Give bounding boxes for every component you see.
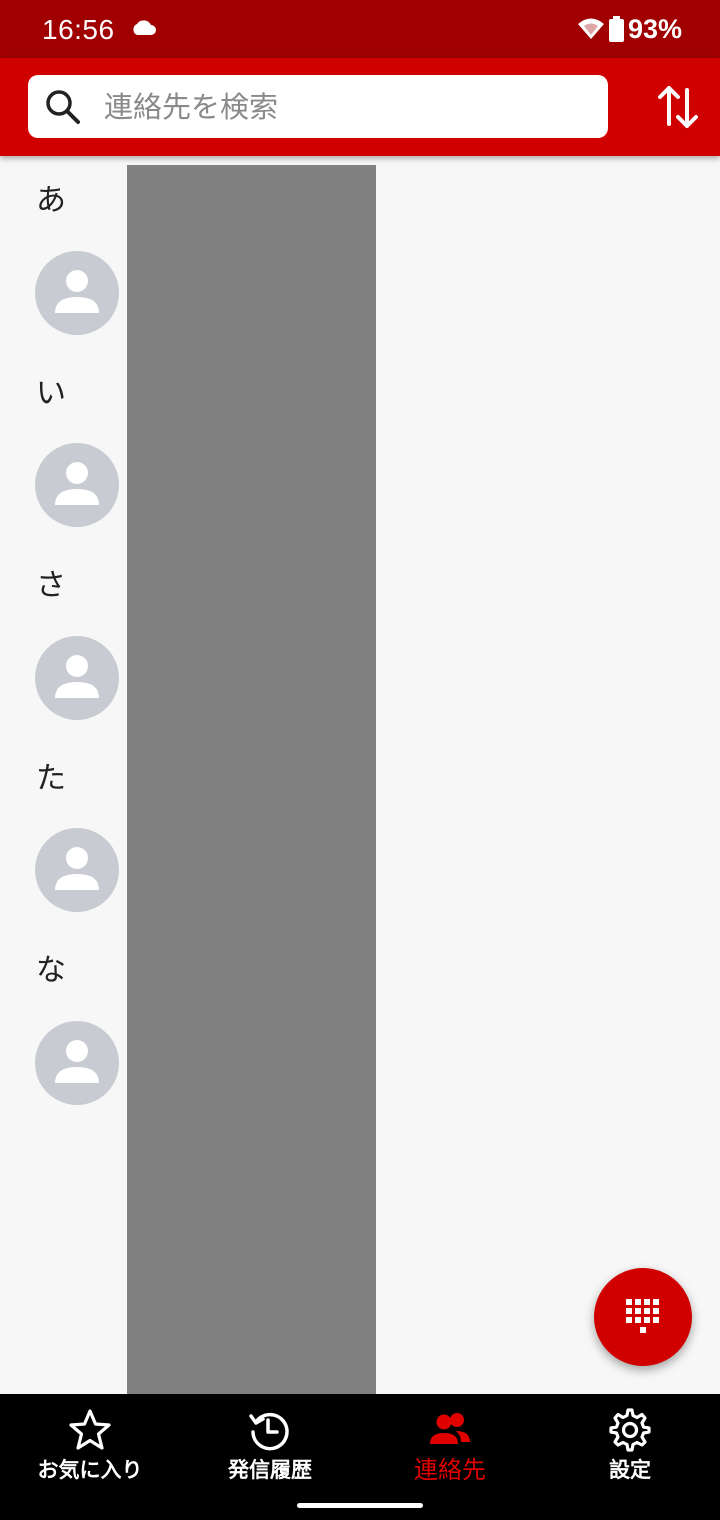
dialpad-button[interactable] — [594, 1268, 692, 1366]
home-indicator[interactable] — [297, 1503, 423, 1508]
nav-label: 連絡先 — [414, 1456, 486, 1484]
person-icon — [55, 462, 99, 505]
nav-label: 発信履歴 — [228, 1458, 312, 1482]
history-icon — [249, 1412, 289, 1451]
nav-label: 設定 — [609, 1458, 651, 1482]
app-bar — [0, 58, 720, 156]
gear-icon — [609, 1408, 651, 1452]
section-header: た — [36, 761, 66, 796]
section-header: さ — [36, 568, 66, 603]
section-header: な — [36, 953, 66, 988]
status-bar: 16:56 93% — [0, 0, 720, 58]
bottom-nav: お気に入り 発信履歴 連絡先 設定 — [0, 1394, 720, 1520]
cloud-icon — [131, 18, 157, 40]
person-icon — [55, 847, 99, 890]
battery-percentage: 93% — [628, 14, 683, 44]
contact-avatar[interactable] — [35, 636, 119, 720]
section-header: い — [36, 376, 66, 411]
contacts-icon — [430, 1413, 470, 1444]
star-icon — [69, 1409, 111, 1450]
contact-avatar[interactable] — [35, 443, 119, 527]
section-header: あ — [36, 183, 66, 218]
redacted-contact-names — [127, 165, 376, 1394]
search-icon — [44, 88, 82, 130]
status-time: 16:56 — [42, 14, 115, 45]
contact-avatar[interactable] — [35, 251, 119, 335]
nav-item-favorites[interactable]: お気に入り — [0, 1394, 180, 1494]
sort-icon — [658, 86, 698, 128]
sort-button[interactable] — [656, 84, 700, 130]
wifi-icon — [577, 16, 605, 44]
nav-item-contacts[interactable]: 連絡先 — [360, 1394, 540, 1494]
search-input[interactable] — [104, 75, 594, 138]
person-icon — [55, 1040, 99, 1083]
contact-avatar[interactable] — [35, 828, 119, 912]
search-box[interactable] — [28, 75, 608, 138]
nav-item-history[interactable]: 発信履歴 — [180, 1394, 360, 1494]
nav-label: お気に入り — [37, 1458, 143, 1482]
person-icon — [55, 270, 99, 313]
contact-avatar[interactable] — [35, 1021, 119, 1105]
nav-item-settings[interactable]: 設定 — [540, 1394, 720, 1494]
battery-icon — [609, 16, 624, 46]
dialpad-icon — [626, 1299, 659, 1333]
person-icon — [55, 655, 99, 698]
